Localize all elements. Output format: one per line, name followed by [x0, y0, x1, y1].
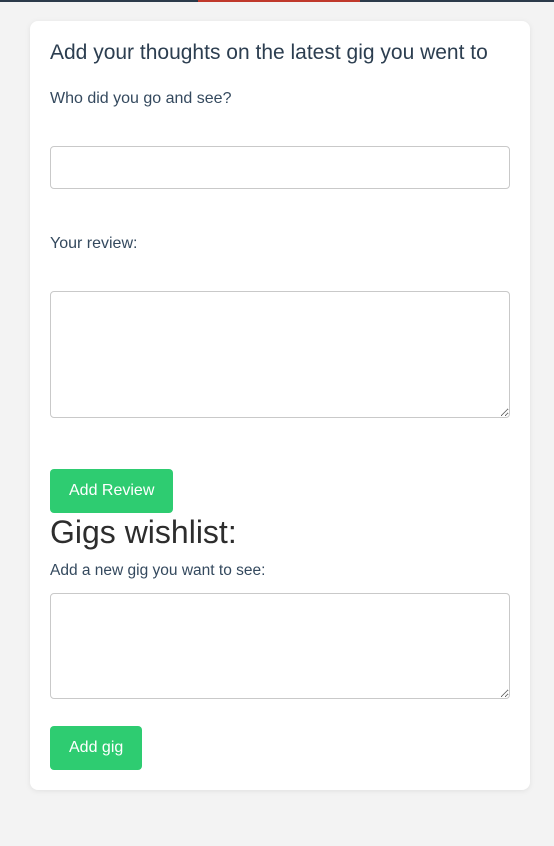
- top-border-accent: [198, 0, 360, 2]
- add-review-button[interactable]: Add Review: [50, 469, 174, 513]
- review-textarea[interactable]: [50, 291, 510, 418]
- review-form-title: Add your thoughts on the latest gig you …: [50, 41, 488, 64]
- new-gig-textarea[interactable]: [50, 593, 510, 699]
- artist-input[interactable]: [50, 146, 510, 189]
- review-label: Your review:: [50, 235, 138, 252]
- new-gig-label: Add a new gig you want to see:: [50, 562, 266, 579]
- artist-label: Who did you go and see?: [50, 90, 232, 107]
- form-card: Add your thoughts on the latest gig you …: [30, 21, 530, 790]
- add-gig-button[interactable]: Add gig: [50, 726, 143, 770]
- wishlist-title: Gigs wishlist:: [50, 514, 237, 550]
